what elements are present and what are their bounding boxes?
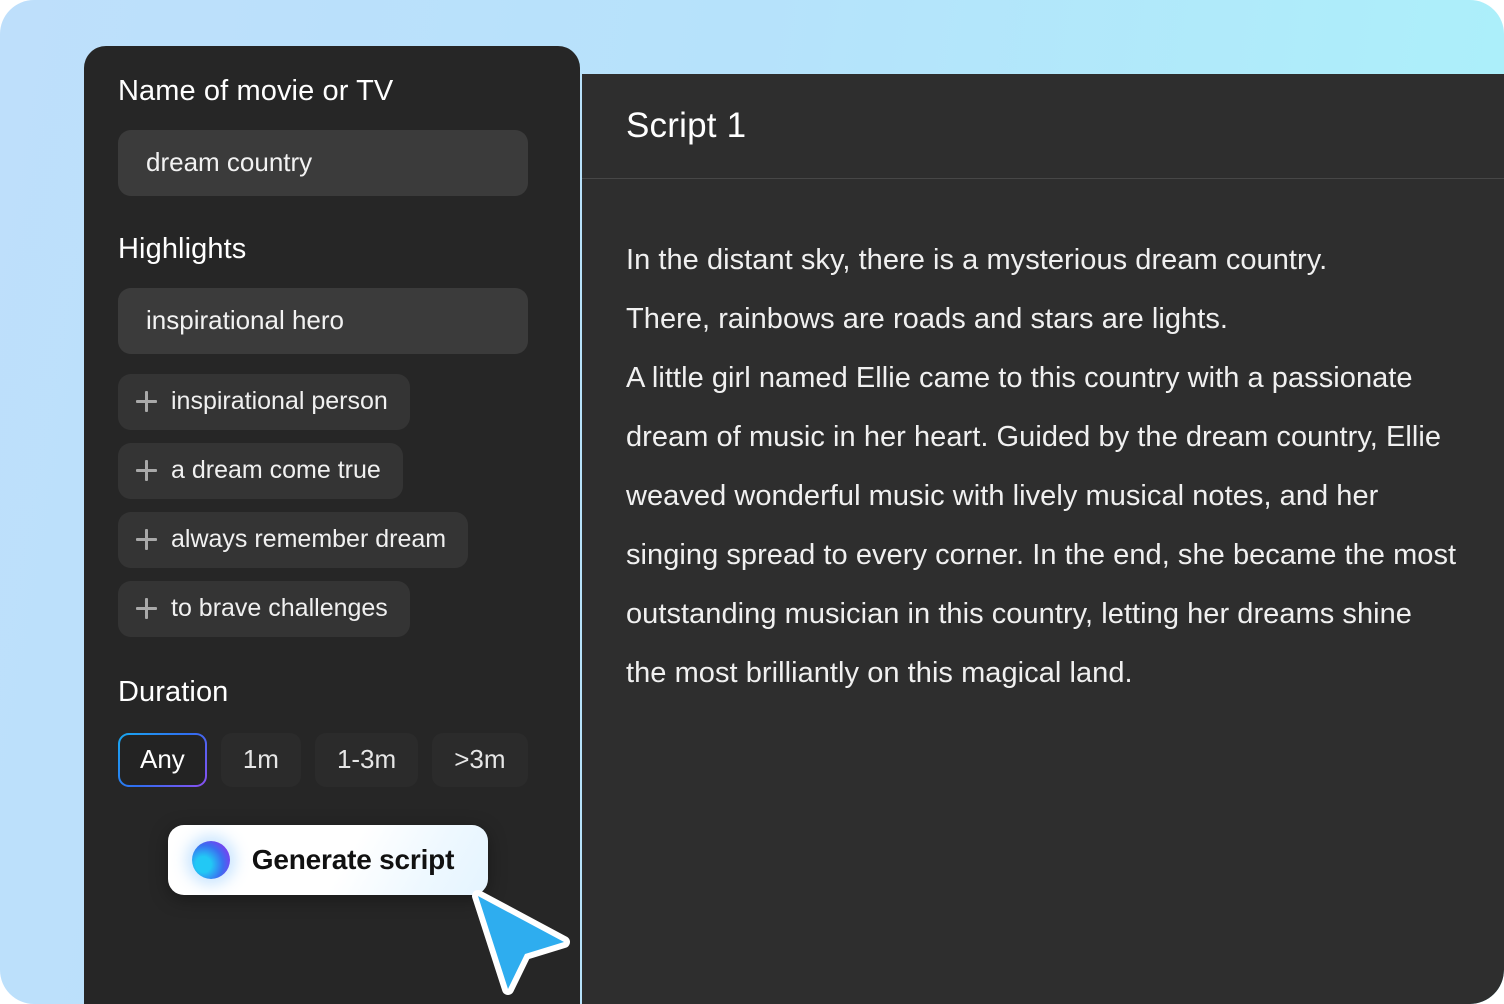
app-root: Name of movie or TV Highlights inspirati… bbox=[0, 0, 1504, 1004]
highlight-suggestion-chip[interactable]: a dream come true bbox=[118, 442, 403, 499]
script-settings-panel: Name of movie or TV Highlights inspirati… bbox=[84, 46, 580, 1004]
chip-label: to brave challenges bbox=[171, 594, 388, 623]
generate-button-row: Generate script bbox=[118, 824, 546, 895]
script-title: Script 1 bbox=[626, 106, 747, 145]
duration-option-over-3m[interactable]: >3m bbox=[432, 732, 528, 787]
duration-option-1-3m[interactable]: 1-3m bbox=[314, 732, 419, 787]
script-paragraph: There, rainbows are roads and stars are … bbox=[626, 303, 1228, 335]
highlight-suggestions-list: inspirational person a dream come true a… bbox=[118, 373, 546, 637]
script-paragraph: In the distant sky, there is a mysteriou… bbox=[626, 244, 1328, 276]
duration-label: Duration bbox=[118, 675, 229, 708]
plus-icon bbox=[136, 598, 157, 620]
duration-option-1m[interactable]: 1m bbox=[220, 732, 301, 787]
plus-icon bbox=[136, 460, 157, 482]
name-field-label: Name of movie or TV bbox=[118, 75, 394, 107]
highlight-suggestion-chip[interactable]: to brave challenges bbox=[118, 580, 410, 637]
script-body: In the distant sky, there is a mysteriou… bbox=[582, 179, 1504, 703]
chip-label: a dream come true bbox=[171, 456, 381, 485]
highlight-suggestion-chip[interactable]: always remember dream bbox=[118, 511, 469, 568]
script-paragraph: A little girl named Ellie came to this c… bbox=[626, 362, 1457, 689]
highlights-label: Highlights bbox=[118, 232, 247, 265]
script-result-panel: Script 1 In the distant sky, there is a … bbox=[582, 74, 1504, 1004]
chip-label: inspirational person bbox=[171, 387, 388, 416]
chip-label: always remember dream bbox=[171, 525, 447, 554]
generate-script-label: Generate script bbox=[251, 843, 455, 875]
duration-option-any[interactable]: Any bbox=[118, 733, 207, 787]
plus-icon bbox=[136, 529, 157, 551]
ai-orb-icon bbox=[191, 840, 230, 879]
highlights-input[interactable] bbox=[118, 287, 528, 354]
duration-option-group: Any 1m 1-3m >3m bbox=[118, 732, 546, 787]
movie-name-input[interactable] bbox=[118, 129, 528, 196]
plus-icon bbox=[136, 391, 157, 413]
script-header: Script 1 bbox=[582, 74, 1504, 179]
generate-script-button[interactable]: Generate script bbox=[167, 824, 489, 895]
highlight-suggestion-chip[interactable]: inspirational person bbox=[118, 373, 410, 430]
